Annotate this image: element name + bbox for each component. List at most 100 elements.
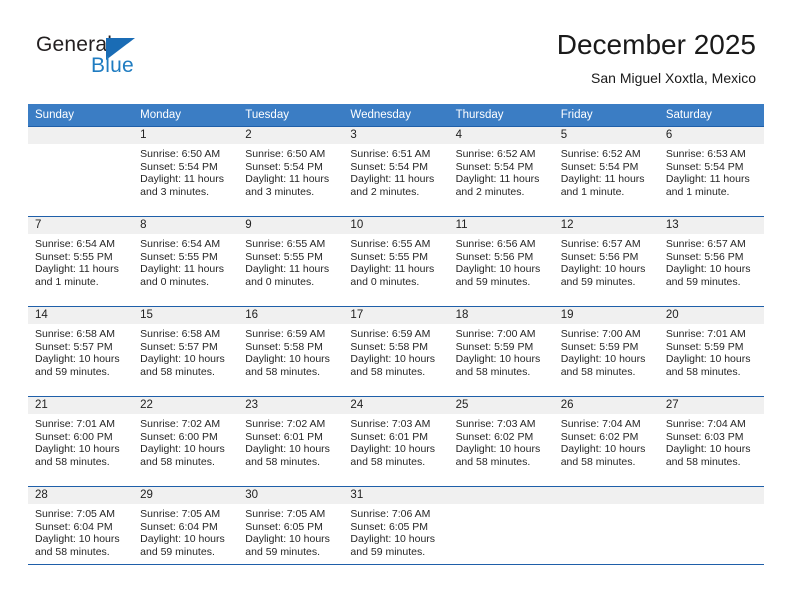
daylight-text-line2: and 59 minutes. <box>350 545 426 558</box>
daylight-text-line2: and 58 minutes. <box>350 455 426 468</box>
sunrise-text: Sunrise: 6:57 AM <box>560 238 641 250</box>
day-number: 2 <box>238 127 344 144</box>
day-details: Sunrise: 6:51 AM Sunset: 5:54 PM Daylight:… <box>343 144 448 216</box>
calendar-day-cell[interactable]: 18 Sunrise: 7:00 AM Sunset: 5:59 PM Dayligh… <box>448 306 554 397</box>
day-number: 21 <box>28 397 134 414</box>
daylight-text-line2: and 2 minutes. <box>350 185 420 198</box>
title-block: December 2025 San Miguel Xoxtla, Mexico <box>557 28 756 87</box>
day-number: 4 <box>448 127 554 144</box>
sunset-text: Sunset: 5:56 PM <box>665 250 744 263</box>
calendar-day-cell[interactable]: 3 Sunrise: 6:51 AM Sunset: 5:54 PM Daylight… <box>343 126 449 217</box>
sunset-text: Sunset: 6:00 PM <box>140 430 218 443</box>
calendar-day-cell[interactable]: 19 Sunrise: 7:00 AM Sunset: 5:59 PM Dayligh… <box>553 306 659 397</box>
daylight-text-line2: and 1 minute. <box>665 185 730 198</box>
calendar-day-cell[interactable]: 10 Sunrise: 6:55 AM Sunset: 5:55 PM Dayligh… <box>343 216 449 307</box>
day-details: Sunrise: 7:00 AM Sunset: 5:59 PM Daylight:… <box>554 324 659 396</box>
daylight-text-line1: Daylight: 10 hours <box>560 263 646 276</box>
calendar-bottom-rule <box>28 564 764 565</box>
calendar-day-cell[interactable]: 12 Sunrise: 6:57 AM Sunset: 5:56 PM Dayligh… <box>553 216 659 307</box>
page-title: December 2025 <box>556 29 756 60</box>
calendar-day-cell[interactable]: 28 Sunrise: 7:05 AM Sunset: 6:04 PM Dayligh… <box>28 486 134 576</box>
calendar-day-cell[interactable]: 2 Sunrise: 6:50 AM Sunset: 5:54 PM Daylight… <box>238 126 344 217</box>
sunrise-text: Sunrise: 7:03 AM <box>455 418 536 430</box>
general-blue-logo[interactable]: General Blue <box>36 33 216 83</box>
sunrise-text: Sunrise: 6:52 AM <box>560 148 641 160</box>
calendar-day-cell[interactable]: 4 Sunrise: 6:52 AM Sunset: 5:54 PM Daylight… <box>448 126 554 217</box>
day-number <box>553 487 659 504</box>
calendar-day-cell[interactable]: 22 Sunrise: 7:02 AM Sunset: 6:00 PM Dayligh… <box>133 396 239 487</box>
sunset-text: Sunset: 5:54 PM <box>350 160 429 173</box>
daylight-text-line1: Daylight: 10 hours <box>245 533 330 546</box>
calendar-day-cell[interactable]: 29 Sunrise: 7:05 AM Sunset: 6:04 PM Dayligh… <box>133 486 239 576</box>
sunset-text: Sunset: 6:02 PM <box>560 430 639 443</box>
calendar-day-cell[interactable]: 8 Sunrise: 6:54 AM Sunset: 5:55 PM Daylight… <box>133 216 239 307</box>
day-number: 23 <box>238 397 344 414</box>
calendar-day-cell[interactable]: 15 Sunrise: 6:58 AM Sunset: 5:57 PM Dayligh… <box>133 306 239 397</box>
day-number: 24 <box>343 397 449 414</box>
daylight-text-line2: and 59 minutes. <box>560 275 636 288</box>
calendar-day-cell[interactable]: 25 Sunrise: 7:03 AM Sunset: 6:02 PM Dayligh… <box>448 396 554 487</box>
sunrise-text: Sunrise: 6:52 AM <box>455 148 536 160</box>
day-number: 15 <box>133 307 239 324</box>
daylight-text-line1: Daylight: 10 hours <box>455 353 541 366</box>
daylight-text-line2: and 3 minutes. <box>245 185 315 198</box>
calendar-day-cell[interactable]: 30 Sunrise: 7:05 AM Sunset: 6:05 PM Dayligh… <box>238 486 344 576</box>
calendar-day-cell[interactable]: 14 Sunrise: 6:58 AM Sunset: 5:57 PM Dayligh… <box>28 306 134 397</box>
calendar-day-cell[interactable]: 1 Sunrise: 6:50 AM Sunset: 5:54 PM Daylight… <box>133 126 239 217</box>
day-number: 30 <box>238 487 344 504</box>
daylight-text-line2: and 58 minutes. <box>140 365 215 378</box>
daylight-text-line2: and 58 minutes. <box>665 455 741 468</box>
day-number: 12 <box>553 217 659 234</box>
day-details: Sunrise: 7:05 AM Sunset: 6:04 PM Daylight:… <box>133 504 238 576</box>
day-number <box>28 127 134 144</box>
calendar-day-cell[interactable]: 9 Sunrise: 6:55 AM Sunset: 5:55 PM Daylight… <box>238 216 344 307</box>
daylight-text-line2: and 58 minutes. <box>350 365 426 378</box>
day-details: Sunrise: 7:03 AM Sunset: 6:02 PM Daylight:… <box>449 414 554 486</box>
calendar-day-cell[interactable]: 20 Sunrise: 7:01 AM Sunset: 5:59 PM Dayligh… <box>658 306 764 397</box>
sunset-text: Sunset: 5:54 PM <box>455 160 534 173</box>
sunset-text: Sunset: 5:55 PM <box>245 250 323 263</box>
daylight-text-line1: Daylight: 10 hours <box>350 443 436 456</box>
daylight-text-line1: Daylight: 10 hours <box>560 443 646 456</box>
sunset-text: Sunset: 5:54 PM <box>665 160 744 173</box>
sunset-text: Sunset: 5:57 PM <box>140 340 218 353</box>
sunset-text: Sunset: 5:54 PM <box>140 160 218 173</box>
daylight-text-line1: Daylight: 11 hours <box>140 263 224 276</box>
logo-text-blue: Blue <box>91 54 134 77</box>
day-details: Sunrise: 7:02 AM Sunset: 6:01 PM Daylight:… <box>238 414 343 486</box>
calendar-day-cell[interactable]: 31 Sunrise: 7:06 AM Sunset: 6:05 PM Dayligh… <box>343 486 449 576</box>
calendar-day-cell[interactable]: 16 Sunrise: 6:59 AM Sunset: 5:58 PM Dayligh… <box>238 306 344 397</box>
calendar-day-cell[interactable]: 17 Sunrise: 6:59 AM Sunset: 5:58 PM Dayligh… <box>343 306 449 397</box>
daylight-text-line1: Daylight: 10 hours <box>140 353 225 366</box>
sunrise-text: Sunrise: 6:54 AM <box>140 238 221 250</box>
day-details: Sunrise: 6:54 AM Sunset: 5:55 PM Daylight:… <box>28 234 133 306</box>
calendar-day-cell[interactable]: 27 Sunrise: 7:04 AM Sunset: 6:03 PM Dayligh… <box>658 396 764 487</box>
sunrise-text: Sunrise: 7:04 AM <box>560 418 641 430</box>
calendar-day-cell[interactable]: 13 Sunrise: 6:57 AM Sunset: 5:56 PM Dayligh… <box>658 216 764 307</box>
daylight-text-line2: and 58 minutes. <box>455 455 531 468</box>
day-details: Sunrise: 7:04 AM Sunset: 6:02 PM Daylight:… <box>554 414 659 486</box>
sunrise-text: Sunrise: 7:06 AM <box>350 508 431 520</box>
calendar-day-cell[interactable]: 6 Sunrise: 6:53 AM Sunset: 5:54 PM Daylight… <box>658 126 764 217</box>
sunrise-text: Sunrise: 6:59 AM <box>245 328 326 340</box>
day-number <box>448 487 554 504</box>
sunset-text: Sunset: 6:01 PM <box>350 430 429 443</box>
day-details: Sunrise: 7:01 AM Sunset: 5:59 PM Daylight:… <box>659 324 764 396</box>
weekday-header-thursday: Thursday <box>448 104 554 127</box>
sunset-text: Sunset: 5:59 PM <box>560 340 639 353</box>
calendar-day-cell[interactable]: 26 Sunrise: 7:04 AM Sunset: 6:02 PM Dayligh… <box>553 396 659 487</box>
daylight-text-line1: Daylight: 10 hours <box>35 533 120 546</box>
day-number: 31 <box>343 487 449 504</box>
calendar-day-cell[interactable]: 5 Sunrise: 6:52 AM Sunset: 5:54 PM Daylight… <box>553 126 659 217</box>
day-details: Sunrise: 6:55 AM Sunset: 5:55 PM Daylight:… <box>343 234 448 306</box>
calendar-day-cell[interactable]: 21 Sunrise: 7:01 AM Sunset: 6:00 PM Dayligh… <box>28 396 134 487</box>
calendar-day-cell[interactable]: 11 Sunrise: 6:56 AM Sunset: 5:56 PM Dayligh… <box>448 216 554 307</box>
day-number: 11 <box>448 217 554 234</box>
calendar-body: 1 Sunrise: 6:50 AM Sunset: 5:54 PM Daylight… <box>28 126 764 576</box>
daylight-text-line2: and 58 minutes. <box>35 545 110 558</box>
sunrise-text: Sunrise: 6:50 AM <box>245 148 326 160</box>
calendar-day-cell[interactable]: 7 Sunrise: 6:54 AM Sunset: 5:55 PM Daylight… <box>28 216 134 307</box>
day-details: Sunrise: 7:00 AM Sunset: 5:59 PM Daylight:… <box>449 324 554 396</box>
calendar-day-cell[interactable]: 24 Sunrise: 7:03 AM Sunset: 6:01 PM Dayligh… <box>343 396 449 487</box>
calendar-day-cell[interactable]: 23 Sunrise: 7:02 AM Sunset: 6:01 PM Dayligh… <box>238 396 344 487</box>
